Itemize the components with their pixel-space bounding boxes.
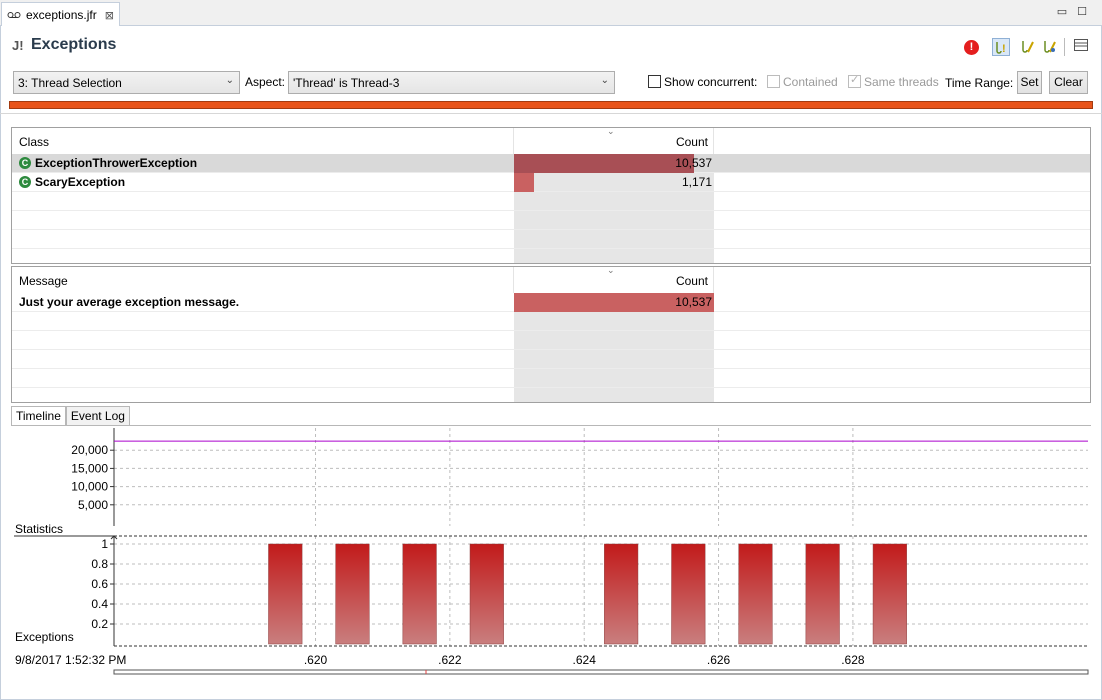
editor-tab-bar bbox=[0, 0, 1102, 26]
editor-tab-exceptions[interactable]: exceptions.jfr ⊠ bbox=[1, 2, 120, 27]
class-name-cell: C ExceptionThrowerException bbox=[19, 156, 197, 170]
y-tick-label: 15,000 bbox=[71, 461, 108, 475]
toolbar-separator bbox=[1064, 38, 1065, 56]
aspect-combo[interactable]: 'Thread' is Thread-3 ⌄ bbox=[288, 71, 615, 94]
y-tick-label: 0.4 bbox=[91, 597, 108, 611]
table-row[interactable]: C ExceptionThrowerException 10,537 bbox=[12, 154, 1090, 173]
class-icon: C bbox=[19, 157, 31, 169]
exception-bar bbox=[268, 543, 303, 645]
minimize-icon[interactable]: ▭ bbox=[1055, 5, 1069, 19]
contained-label: Contained bbox=[783, 75, 838, 89]
error-filter-icon[interactable]: ! bbox=[964, 40, 979, 55]
exception-bar bbox=[872, 543, 907, 645]
count-cell: 1,171 bbox=[514, 173, 714, 192]
message-text: Just your average exception message. bbox=[19, 295, 240, 309]
empty-row bbox=[12, 211, 1090, 230]
show-all-icon[interactable] bbox=[1040, 38, 1058, 56]
empty-row bbox=[12, 192, 1090, 211]
tab-event-log[interactable]: Event Log bbox=[65, 406, 130, 426]
time-range-bar[interactable] bbox=[9, 101, 1093, 109]
y-tick-label: 10,000 bbox=[71, 480, 108, 494]
timeline-scrollbar[interactable] bbox=[113, 669, 1089, 675]
set-button[interactable]: Set bbox=[1017, 71, 1042, 94]
selection-combo[interactable]: 3: Thread Selection ⌄ bbox=[13, 71, 240, 94]
count-value: 1,171 bbox=[681, 175, 712, 189]
show-exceptions-icon[interactable]: ! bbox=[992, 38, 1010, 56]
page-title: Exceptions bbox=[31, 36, 117, 53]
column-header-count[interactable]: Count bbox=[514, 128, 708, 154]
maximize-icon[interactable]: ☐ bbox=[1075, 5, 1089, 19]
time-range-label: Time Range: bbox=[945, 76, 1014, 90]
aspect-combo-value: 'Thread' is Thread-3 bbox=[293, 75, 400, 90]
tab-timeline[interactable]: Timeline bbox=[11, 406, 66, 426]
divider bbox=[0, 113, 1102, 114]
timeline-start-label: 9/8/2017 1:52:32 PM bbox=[15, 653, 126, 667]
empty-row bbox=[12, 331, 1090, 350]
column-header-class[interactable]: Class bbox=[19, 128, 49, 154]
x-tick-label: .628 bbox=[841, 653, 865, 667]
class-name-cell: C ScaryException bbox=[19, 175, 125, 189]
chevron-down-icon: ⌄ bbox=[225, 75, 234, 86]
show-concurrent-label: Show concurrent: bbox=[664, 75, 758, 89]
exceptions-label: Exceptions bbox=[15, 630, 74, 644]
x-tick-label: .626 bbox=[707, 653, 731, 667]
table-row[interactable]: Just your average exception message. 10,… bbox=[12, 293, 1090, 312]
exception-bar bbox=[671, 543, 706, 645]
class-icon: C bbox=[19, 176, 31, 188]
column-header-count[interactable]: Count bbox=[514, 267, 708, 293]
column-divider bbox=[713, 267, 714, 293]
show-errors-icon[interactable] bbox=[1018, 38, 1036, 56]
x-tick-label: .620 bbox=[304, 653, 328, 667]
close-tab-icon[interactable]: ⊠ bbox=[105, 9, 114, 22]
selection-combo-value: 3: Thread Selection bbox=[18, 75, 122, 90]
aspect-label: Aspect: bbox=[245, 75, 286, 89]
exception-bar bbox=[738, 543, 773, 645]
chevron-down-icon: ⌄ bbox=[600, 75, 609, 86]
y-tick-label: 0.8 bbox=[91, 557, 108, 571]
table-settings-icon[interactable] bbox=[1072, 38, 1090, 56]
class-name: ScaryException bbox=[35, 175, 126, 189]
count-value: 10,537 bbox=[675, 295, 712, 309]
recording-icon bbox=[7, 12, 21, 18]
column-divider bbox=[713, 128, 714, 154]
class-name: ExceptionThrowerException bbox=[35, 156, 198, 170]
x-tick-label: .624 bbox=[573, 653, 597, 667]
exception-bar bbox=[604, 543, 639, 645]
svg-text:!: ! bbox=[1002, 43, 1006, 55]
y-tick-label: 5,000 bbox=[78, 498, 108, 512]
exception-bar bbox=[335, 543, 370, 645]
message-cell: Just your average exception message. bbox=[19, 295, 239, 309]
empty-row bbox=[12, 350, 1090, 369]
same-threads-label: Same threads bbox=[864, 75, 939, 89]
y-tick-label: 0.2 bbox=[91, 617, 108, 631]
count-value: 10,537 bbox=[675, 156, 712, 170]
editor-tab-label: exceptions.jfr bbox=[26, 8, 97, 22]
empty-row bbox=[12, 369, 1090, 388]
count-bar bbox=[514, 173, 534, 192]
view-tabs: Timeline Event Log bbox=[11, 406, 130, 426]
count-bar bbox=[514, 154, 695, 173]
contained-checkbox[interactable] bbox=[767, 75, 780, 88]
same-threads-checkbox[interactable] bbox=[848, 73, 861, 88]
y-tick-label: 20,000 bbox=[71, 443, 108, 457]
exception-bar bbox=[805, 543, 840, 645]
timeline-chart[interactable]: .620 .622 .624 .626 .628 5,000 10,000 15,000 20,… bbox=[0, 426, 1102, 700]
count-cell: 10,537 bbox=[514, 293, 714, 312]
statistics-label: Statistics bbox=[15, 522, 63, 536]
message-table: Message ⌄ Count Just your average except… bbox=[11, 266, 1091, 403]
x-tick-label: .622 bbox=[438, 653, 462, 667]
y-tick-label: 0.6 bbox=[91, 577, 108, 591]
class-table: Class ⌄ Count C ExceptionThrowerExceptio… bbox=[11, 127, 1091, 264]
show-concurrent-checkbox[interactable] bbox=[648, 75, 661, 88]
y-tick-label: 1 bbox=[101, 537, 108, 551]
exception-bar bbox=[402, 543, 437, 645]
empty-row bbox=[12, 312, 1090, 331]
exceptions-page-icon: J! bbox=[12, 38, 24, 53]
count-cell: 10,537 bbox=[514, 154, 714, 173]
empty-row bbox=[12, 230, 1090, 249]
table-row[interactable]: C ScaryException 1,171 bbox=[12, 173, 1090, 192]
column-header-message[interactable]: Message bbox=[19, 267, 68, 293]
exception-bar bbox=[469, 543, 504, 645]
clear-button[interactable]: Clear bbox=[1049, 71, 1088, 94]
